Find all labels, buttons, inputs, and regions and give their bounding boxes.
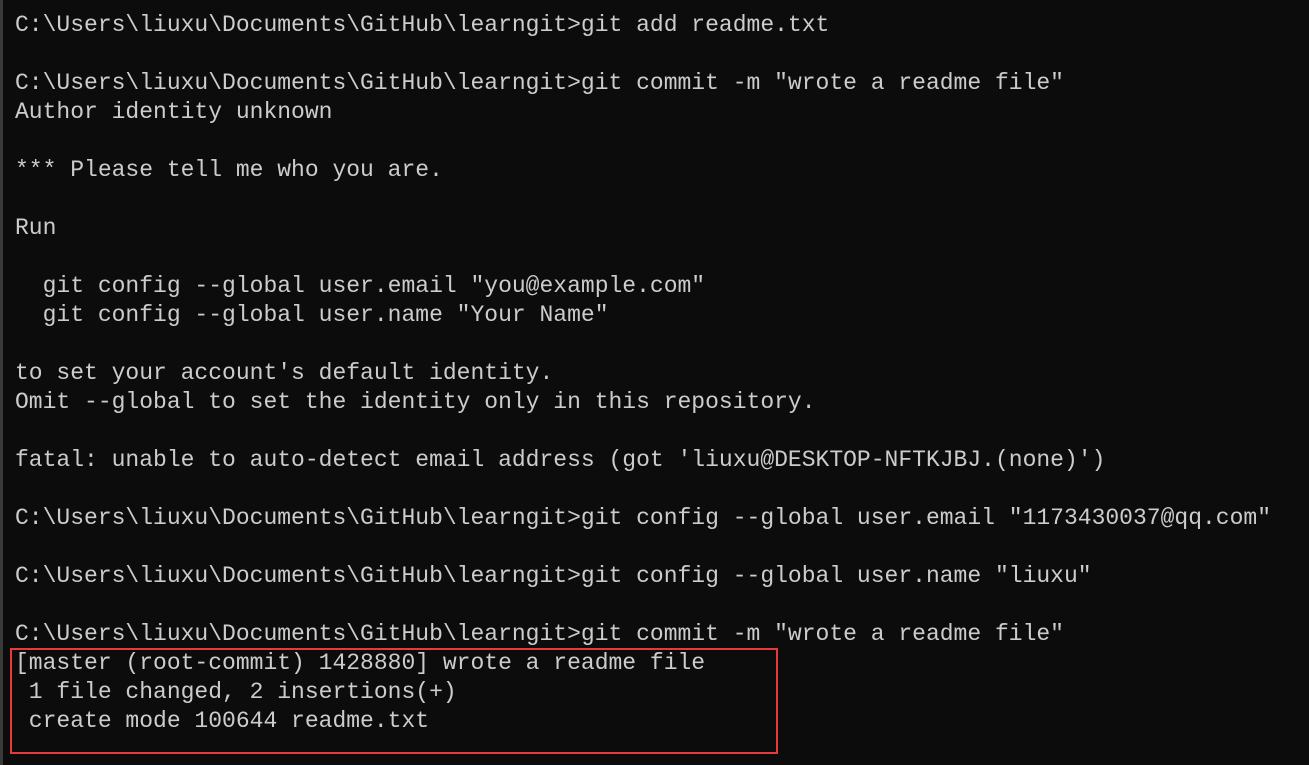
terminal-line: to set your account's default identity. xyxy=(15,360,554,386)
terminal-line: Author identity unknown xyxy=(15,99,333,125)
terminal-line: C:\Users\liuxu\Documents\GitHub\learngit… xyxy=(15,563,1092,589)
terminal-line: fatal: unable to auto-detect email addre… xyxy=(15,447,1106,473)
terminal-line: Omit --global to set the identity only i… xyxy=(15,389,816,415)
terminal-line: C:\Users\liuxu\Documents\GitHub\learngit… xyxy=(15,70,1064,96)
terminal-line: git config --global user.name "Your Name… xyxy=(15,302,609,328)
highlight-box-commit-result xyxy=(10,648,778,754)
terminal-line: C:\Users\liuxu\Documents\GitHub\learngit… xyxy=(15,505,1272,531)
terminal-line: C:\Users\liuxu\Documents\GitHub\learngit… xyxy=(15,621,1064,647)
terminal-line: Run xyxy=(15,215,57,241)
window-border xyxy=(0,0,3,765)
terminal-output[interactable]: C:\Users\liuxu\Documents\GitHub\learngit… xyxy=(15,11,1271,736)
terminal-line: git config --global user.email "you@exam… xyxy=(15,273,706,299)
terminal-line: *** Please tell me who you are. xyxy=(15,157,443,183)
terminal-line: C:\Users\liuxu\Documents\GitHub\learngit… xyxy=(15,12,830,38)
